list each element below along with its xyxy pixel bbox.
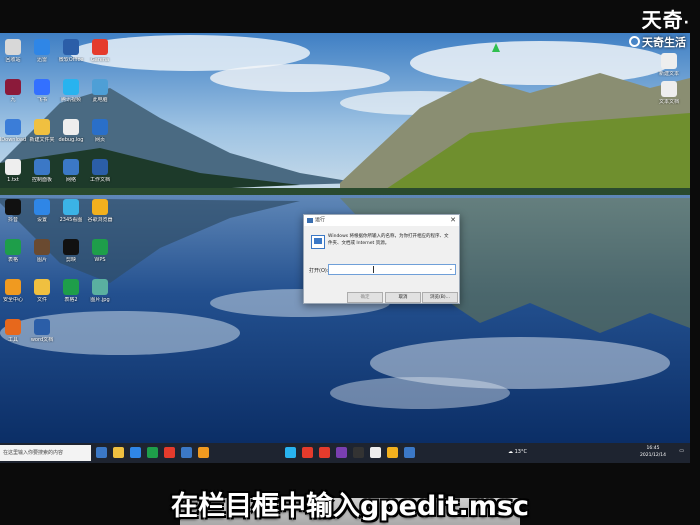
- desktop-icon[interactable]: 网页: [83, 119, 117, 157]
- taskbar-app-icon[interactable]: [302, 447, 313, 458]
- app-icon: [5, 79, 21, 95]
- cloud-icon: ☁: [508, 449, 513, 455]
- desktop-icon[interactable]: 工作文档: [83, 159, 117, 197]
- taskbar-app-icon[interactable]: [147, 447, 158, 458]
- app-icon: [92, 159, 108, 175]
- brand-name: 天奇: [641, 8, 684, 32]
- taskbar: 在这里输入你要搜索的内容 ☁ 13°C 16:45 2021/12/14 ▭: [0, 443, 690, 463]
- taskbar-app-icon[interactable]: [387, 447, 398, 458]
- taskbar-app-icon[interactable]: [336, 447, 347, 458]
- app-icon: [63, 279, 79, 295]
- taskbar-app-icon[interactable]: [353, 447, 364, 458]
- taskbar-app-icon[interactable]: [181, 447, 192, 458]
- taskbar-app-icon[interactable]: [404, 447, 415, 458]
- taskbar-app-icon[interactable]: [285, 447, 296, 458]
- text-file-icon: [661, 81, 677, 97]
- run-dialog-titlebar[interactable]: 运行 ✕: [304, 215, 459, 226]
- app-icon: [92, 119, 108, 135]
- taskbar-app-icon[interactable]: [370, 447, 381, 458]
- tree-icon: [492, 43, 500, 52]
- weather-widget[interactable]: ☁ 13°C: [508, 447, 527, 458]
- app-icon: [34, 119, 50, 135]
- app-icon: [63, 159, 79, 175]
- desktop-icon-label: 新建文本: [658, 71, 679, 77]
- app-icon: [63, 119, 79, 135]
- app-icon: [63, 239, 79, 255]
- app-icon: [63, 199, 79, 215]
- open-label: 打开(O):: [309, 268, 329, 274]
- desktop-icon-label: 图片.jpg: [90, 297, 110, 303]
- clock-date: 2021/12/14: [640, 453, 666, 458]
- notification-icon[interactable]: ▭: [679, 448, 684, 463]
- run-app-icon: [307, 218, 313, 223]
- chevron-down-icon[interactable]: ⌄: [449, 265, 453, 274]
- app-icon: [34, 239, 50, 255]
- desktop-icon[interactable]: 此电脑: [83, 79, 117, 117]
- app-icon: [5, 319, 21, 335]
- desktop-icon-label: WPS: [94, 257, 106, 263]
- taskbar-app-icon[interactable]: [319, 447, 330, 458]
- desktop-file-icon[interactable]: 文本文档: [652, 81, 686, 119]
- desktop-icon[interactable]: word文档: [25, 319, 59, 357]
- run-dialog-description: Windows 将根据你所输入的名称，为你打开相应的程序、文件夹、文档或 Int…: [328, 234, 449, 246]
- taskbar-app-icon[interactable]: [130, 447, 141, 458]
- app-icon: [92, 199, 108, 215]
- ok-button[interactable]: 确定: [347, 292, 383, 303]
- clock-time: 16:45: [646, 446, 660, 451]
- run-dialog: 运行 ✕ Windows 将根据你所输入的名称，为你打开相应的程序、文件夹、文档…: [303, 214, 460, 304]
- brand-sub-watermark: 天奇生活: [629, 34, 686, 50]
- app-icon: [34, 319, 50, 335]
- taskbar-app-icon[interactable]: [113, 447, 124, 458]
- app-icon: [34, 159, 50, 175]
- app-icon: [34, 79, 50, 95]
- desktop-icon[interactable]: Garena: [83, 39, 117, 77]
- brand-watermark: 天奇·: [641, 8, 690, 32]
- taskbar-app-icon[interactable]: [198, 447, 209, 458]
- app-icon: [5, 279, 21, 295]
- app-icon: [92, 279, 108, 295]
- taskbar-search-box[interactable]: 在这里输入你要搜索的内容: [0, 445, 91, 461]
- desktop-icon-label: 工作文档: [89, 177, 110, 183]
- app-icon: [63, 39, 79, 55]
- taskbar-app-icon[interactable]: [96, 447, 107, 458]
- app-icon: [34, 279, 50, 295]
- app-icon: [34, 39, 50, 55]
- brand-sub-text: 天奇生活: [642, 36, 686, 49]
- app-icon: [92, 39, 108, 55]
- taskbar-clock[interactable]: 16:45 2021/12/14: [632, 445, 674, 459]
- run-command-input[interactable]: ⌄: [328, 264, 456, 275]
- cancel-button[interactable]: 取消: [385, 292, 421, 303]
- app-icon: [63, 79, 79, 95]
- desktop-icon-label: Garena: [90, 57, 110, 63]
- taskbar-app-icon[interactable]: [164, 447, 175, 458]
- desktop-icon[interactable]: WPS: [83, 239, 117, 277]
- close-icon[interactable]: ✕: [450, 215, 456, 226]
- run-dialog-title: 运行: [315, 217, 326, 223]
- app-icon: [34, 199, 50, 215]
- desktop-icon-label: 文本文档: [658, 99, 679, 105]
- brand-logo-icon: [629, 36, 640, 47]
- desktop-icon[interactable]: 谷歌浏览器: [83, 199, 117, 237]
- desktop-icon-label: 网页: [94, 137, 105, 143]
- app-icon: [5, 119, 21, 135]
- weather-temp: 13°C: [514, 449, 527, 455]
- taskbar-search-placeholder: 在这里输入你要搜索的内容: [3, 450, 64, 456]
- app-icon: [5, 39, 21, 55]
- app-icon: [5, 199, 21, 215]
- video-subtitle-caption: 在栏目框中输入gpedit.msc: [171, 491, 529, 522]
- text-cursor: [373, 266, 374, 273]
- desktop-icon-label: 谷歌浏览器: [87, 217, 113, 223]
- app-icon: [92, 239, 108, 255]
- desktop-screen: 回收站 迅雷 微软Office Garena 九飞书 腾讯视频 此电脑 IDownload 新建…: [0, 33, 690, 463]
- run-program-icon: [311, 235, 325, 249]
- desktop-icon-label: word文档: [30, 337, 54, 343]
- app-icon: [5, 159, 21, 175]
- app-icon: [92, 79, 108, 95]
- desktop-icon-label: 此电脑: [92, 97, 108, 103]
- browse-button[interactable]: 浏览(B)...: [422, 292, 458, 303]
- text-file-icon: [661, 53, 677, 69]
- desktop-icon[interactable]: 图片.jpg: [83, 279, 117, 317]
- app-icon: [5, 239, 21, 255]
